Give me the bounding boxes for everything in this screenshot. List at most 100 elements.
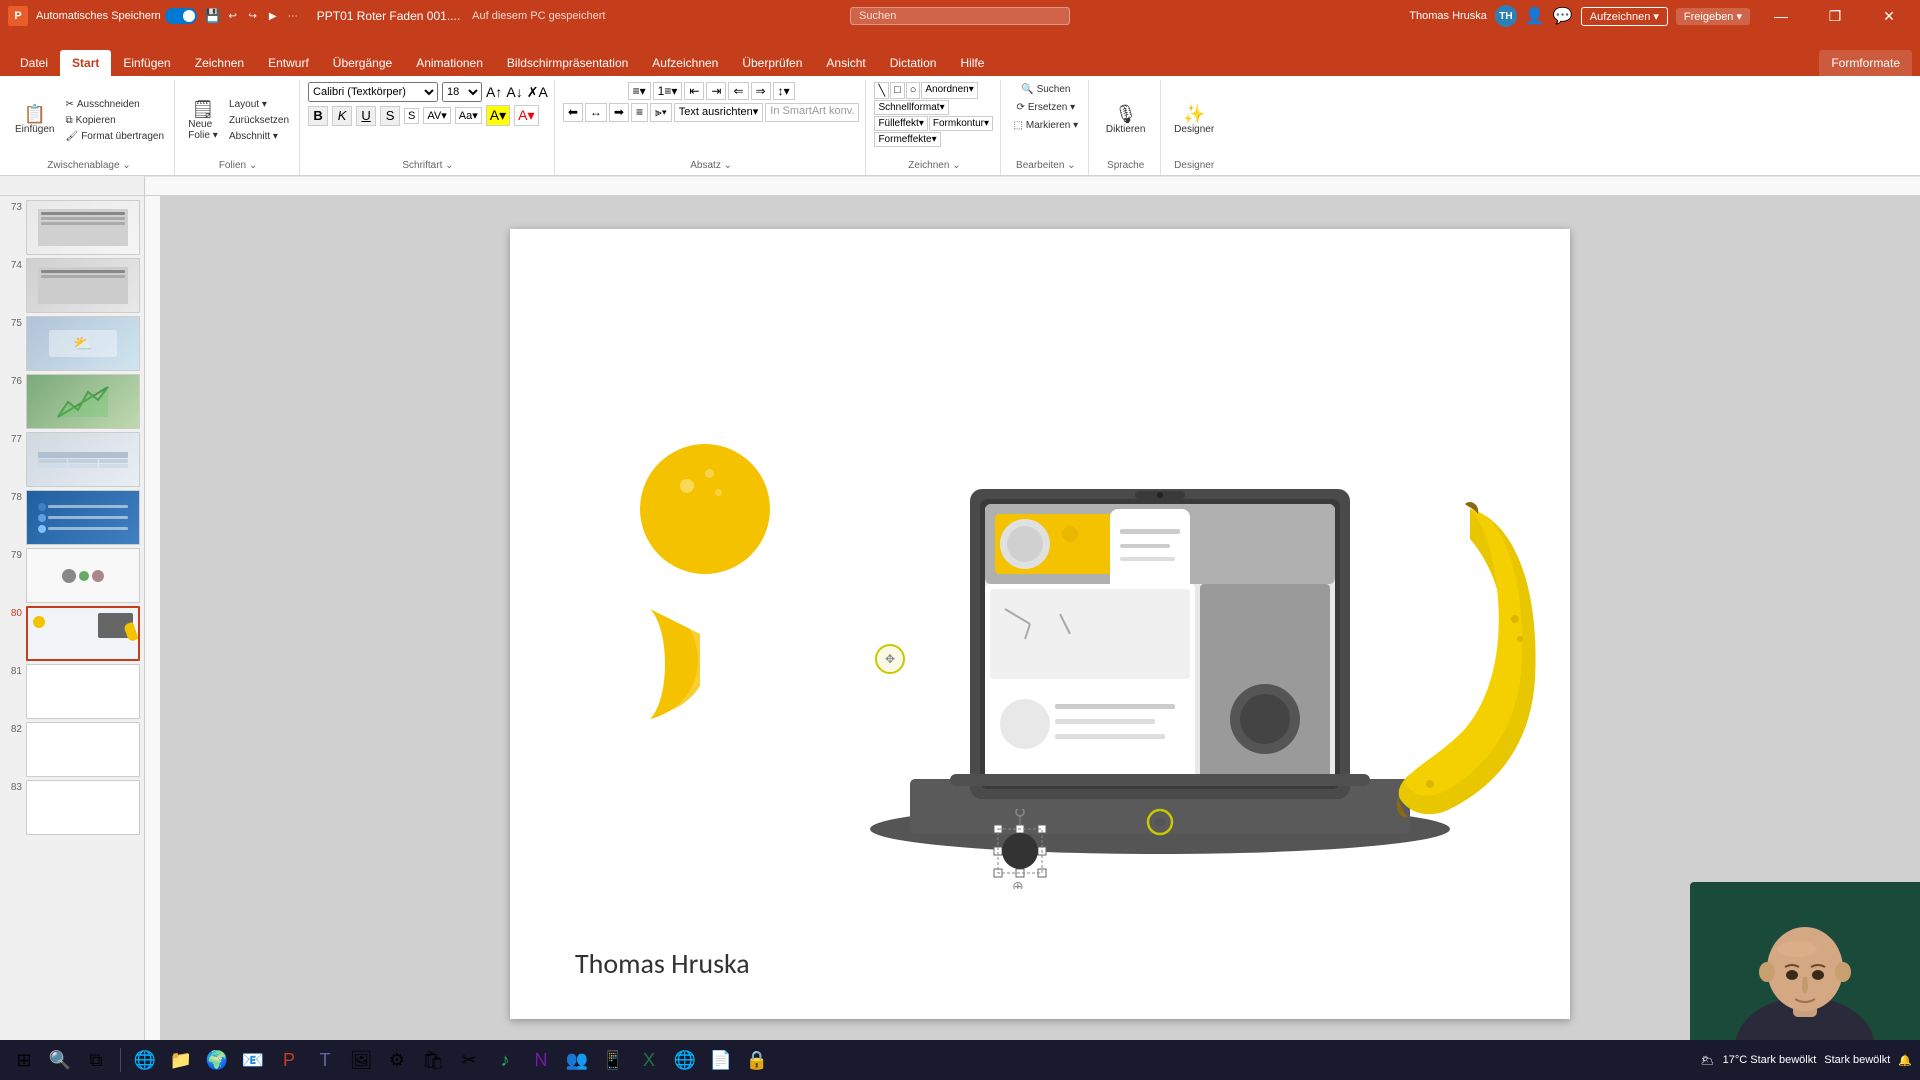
font-size-select[interactable]: 18 bbox=[442, 82, 482, 102]
char-spacing-button[interactable]: AV▾ bbox=[423, 107, 450, 124]
justify-button[interactable]: ≡ bbox=[631, 103, 648, 122]
dictate-button[interactable]: 🎙 Diktieren bbox=[1101, 102, 1150, 138]
new-slide-button[interactable]: 🗒 NeueFolie ▾ bbox=[183, 97, 223, 144]
copy-button[interactable]: ⧉ Kopieren bbox=[61, 113, 168, 128]
slide-image-78[interactable] bbox=[26, 490, 140, 545]
arrange-button[interactable]: Anordnen▾ bbox=[921, 82, 977, 99]
oval-tool[interactable]: ○ bbox=[906, 82, 921, 99]
replace-button[interactable]: ⟳ Ersetzen ▾ bbox=[1012, 100, 1079, 115]
user-avatar[interactable]: TH bbox=[1495, 5, 1517, 27]
effects-button[interactable]: Formeffekte▾ bbox=[874, 132, 940, 147]
outline-button[interactable]: Formkontur▾ bbox=[929, 116, 993, 131]
slide-thumb-75[interactable]: 75 ⛅ bbox=[4, 316, 140, 371]
tab-zeichnen[interactable]: Zeichnen bbox=[183, 50, 256, 76]
line-tool[interactable]: ╲ bbox=[874, 82, 889, 99]
strikethrough-button[interactable]: S bbox=[380, 106, 400, 126]
restore-button[interactable]: ❐ bbox=[1812, 0, 1858, 32]
powerpoint-icon[interactable]: P bbox=[273, 1044, 305, 1076]
format-copy-button[interactable]: 🖌 Format übertragen bbox=[61, 129, 168, 144]
rect-tool[interactable]: □ bbox=[890, 82, 905, 99]
chrome-icon[interactable]: 🌍 bbox=[201, 1044, 233, 1076]
section-button[interactable]: Abschnitt ▾ bbox=[225, 129, 293, 144]
photos-icon[interactable]: 🖼 bbox=[345, 1044, 377, 1076]
reset-button[interactable]: Zurücksetzen bbox=[225, 113, 293, 128]
italic-button[interactable]: K bbox=[332, 106, 352, 126]
numbered-list-button[interactable]: 1≡▾ bbox=[653, 82, 683, 100]
undo-button[interactable]: ↩ bbox=[225, 8, 241, 24]
quick-styles-button[interactable]: Schnellformat▾ bbox=[874, 100, 948, 115]
edge-icon[interactable]: 🌐 bbox=[129, 1044, 161, 1076]
bold-button[interactable]: B bbox=[308, 106, 328, 126]
redo-button[interactable]: ↪ bbox=[245, 8, 261, 24]
slide-image-80[interactable] bbox=[26, 606, 140, 661]
rtl-button[interactable]: ⇐ bbox=[728, 82, 748, 100]
canvas-area[interactable]: ⊕ ✥ Thomas Hruska bbox=[160, 196, 1920, 1052]
smartart-button[interactable]: In SmartArt konv. bbox=[765, 103, 859, 122]
task-view-button[interactable]: ⧉ bbox=[80, 1044, 112, 1076]
explorer-icon[interactable]: 📁 bbox=[165, 1044, 197, 1076]
text-align-button[interactable]: Text ausrichten▾ bbox=[674, 103, 764, 122]
slide-thumb-74[interactable]: 74 bbox=[4, 258, 140, 313]
insert-button[interactable]: 📋 Einfügen bbox=[10, 102, 59, 138]
record-button[interactable]: Aufzeichnen ▾ bbox=[1581, 7, 1668, 26]
align-right-button[interactable]: ➡ bbox=[609, 103, 629, 122]
present-button[interactable]: ▶ bbox=[265, 8, 281, 24]
vpn-icon[interactable]: 🔒 bbox=[741, 1044, 773, 1076]
slide-image-83[interactable] bbox=[26, 780, 140, 835]
select-button[interactable]: ⬚ Markieren ▾ bbox=[1009, 118, 1082, 133]
slide-thumb-78[interactable]: 78 bbox=[4, 490, 140, 545]
settings-icon[interactable]: ⚙ bbox=[381, 1044, 413, 1076]
find-button[interactable]: 🔍 Suchen bbox=[1017, 82, 1074, 97]
cut-button[interactable]: ✂ Ausschneiden bbox=[61, 97, 168, 112]
slide-image-76[interactable] bbox=[26, 374, 140, 429]
tab-start[interactable]: Start bbox=[60, 50, 111, 76]
windows-button[interactable]: ⊞ bbox=[8, 1044, 40, 1076]
excel-icon[interactable]: X bbox=[633, 1044, 665, 1076]
selected-object[interactable]: ⊕ bbox=[978, 809, 1058, 892]
slide-thumb-79[interactable]: 79 bbox=[4, 548, 140, 603]
columns-button[interactable]: ⫸▾ bbox=[650, 103, 672, 122]
slide-thumb-77[interactable]: 77 bbox=[4, 432, 140, 487]
slide-canvas[interactable]: ⊕ ✥ Thomas Hruska bbox=[510, 229, 1570, 1019]
spotify-icon[interactable]: ♪ bbox=[489, 1044, 521, 1076]
teams-icon[interactable]: T bbox=[309, 1044, 341, 1076]
sun-shape[interactable] bbox=[640, 444, 770, 574]
font-color-button[interactable]: A▾ bbox=[514, 105, 538, 126]
bullet-list-button[interactable]: ≡▾ bbox=[628, 82, 651, 100]
search-input[interactable] bbox=[850, 7, 1070, 25]
shadow-button[interactable]: S bbox=[404, 108, 419, 124]
slide-image-81[interactable] bbox=[26, 664, 140, 719]
moon-shape[interactable] bbox=[590, 604, 700, 724]
align-left-button[interactable]: ⬅ bbox=[563, 103, 583, 122]
tab-formformate[interactable]: Formformate bbox=[1819, 50, 1912, 76]
tab-aufzeichnen[interactable]: Aufzeichnen bbox=[640, 50, 730, 76]
underline-button[interactable]: U bbox=[356, 106, 376, 126]
slide-image-77[interactable] bbox=[26, 432, 140, 487]
increase-font-button[interactable]: A↑ bbox=[486, 84, 502, 100]
tab-einfuegen[interactable]: Einfügen bbox=[111, 50, 182, 76]
layout-button[interactable]: Layout ▾ bbox=[225, 97, 293, 112]
tab-bildschirm[interactable]: Bildschirmpräsentation bbox=[495, 50, 640, 76]
slide-thumb-83[interactable]: 83 bbox=[4, 780, 140, 835]
slide-thumb-82[interactable]: 82 bbox=[4, 722, 140, 777]
slide-thumb-76[interactable]: 76 bbox=[4, 374, 140, 429]
teams2-icon[interactable]: 👥 bbox=[561, 1044, 593, 1076]
more-button[interactable]: ⋯ bbox=[285, 8, 301, 24]
slide-thumb-73[interactable]: 73 bbox=[4, 200, 140, 255]
outlook-icon[interactable]: 📧 bbox=[237, 1044, 269, 1076]
tab-uebergaenge[interactable]: Übergänge bbox=[321, 50, 404, 76]
tab-entwurf[interactable]: Entwurf bbox=[256, 50, 321, 76]
slide-image-74[interactable] bbox=[26, 258, 140, 313]
auto-save-toggle-switch[interactable] bbox=[165, 8, 197, 24]
slide-thumb-81[interactable]: 81 bbox=[4, 664, 140, 719]
notification-icon[interactable]: 🔔 bbox=[1898, 1054, 1912, 1067]
chrome2-icon[interactable]: 🌐 bbox=[669, 1044, 701, 1076]
search-taskbar-button[interactable]: 🔍 bbox=[44, 1044, 76, 1076]
tab-ueberpruefen[interactable]: Überprüfen bbox=[730, 50, 814, 76]
phone-icon[interactable]: 📱 bbox=[597, 1044, 629, 1076]
save-button[interactable]: 💾 bbox=[205, 8, 221, 24]
slide-image-75[interactable]: ⛅ bbox=[26, 316, 140, 371]
comments-icon[interactable]: 💬 bbox=[1553, 6, 1573, 26]
tab-dictation[interactable]: Dictation bbox=[878, 50, 949, 76]
banana-illustration[interactable] bbox=[1350, 499, 1550, 839]
